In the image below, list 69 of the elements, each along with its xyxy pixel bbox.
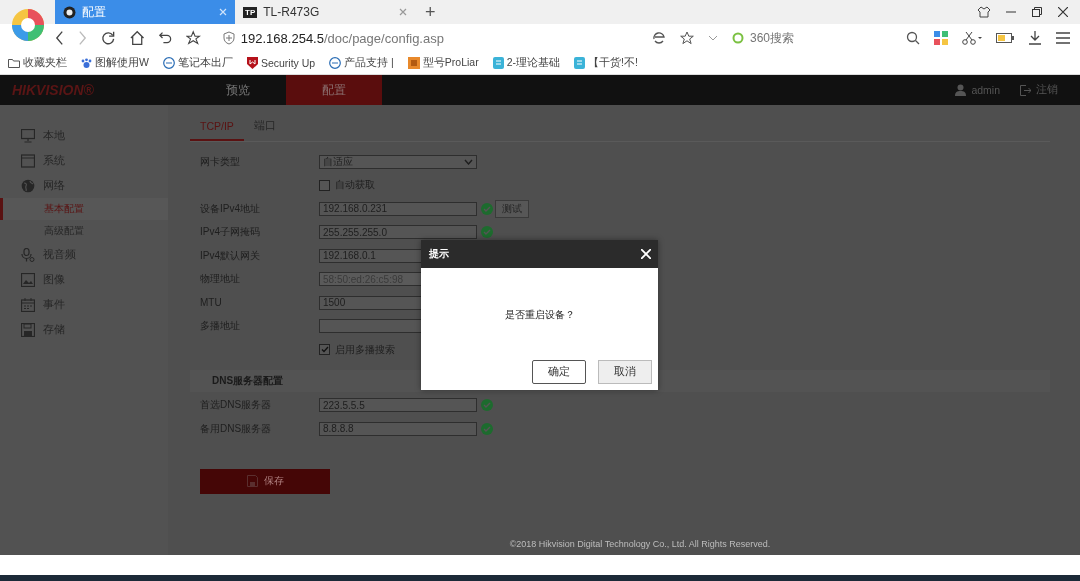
search-engine-logo-icon xyxy=(732,32,744,44)
save-icon xyxy=(246,475,258,487)
restore-icon[interactable] xyxy=(1032,7,1042,17)
bookmark[interactable]: Security Up xyxy=(246,57,316,69)
apps-icon[interactable] xyxy=(934,31,948,45)
scissors-icon[interactable] xyxy=(962,31,982,45)
tab[interactable]: TCP/IP xyxy=(190,117,244,141)
home-icon[interactable] xyxy=(129,30,144,46)
document-icon xyxy=(492,57,504,69)
calendar-icon xyxy=(21,297,35,312)
star-icon[interactable] xyxy=(680,31,694,45)
chevron-down-icon[interactable] xyxy=(708,35,718,41)
bookmark[interactable]: 笔记本出厂 xyxy=(162,56,233,70)
check-circle-icon xyxy=(481,202,493,215)
new-tab-button[interactable]: + xyxy=(415,0,446,24)
shield-icon xyxy=(222,31,235,45)
logout-icon[interactable] xyxy=(1020,84,1031,96)
image-icon xyxy=(21,272,35,287)
close-icon[interactable] xyxy=(1058,7,1068,17)
search-field[interactable]: 360搜索 xyxy=(748,30,848,46)
camera-icon xyxy=(63,5,76,19)
checkbox[interactable] xyxy=(319,344,330,356)
nav-tab[interactable]: 配置 xyxy=(286,75,382,105)
shield-icon xyxy=(246,57,258,69)
check-circle-icon xyxy=(481,226,493,239)
brand-logo: HIKVISION® xyxy=(11,81,95,100)
bookmark[interactable]: 图解使用W xyxy=(81,56,149,70)
paw-icon xyxy=(81,57,92,69)
box-icon xyxy=(407,57,420,69)
shirt-icon[interactable] xyxy=(978,6,990,18)
checkmark-icon xyxy=(320,346,329,354)
check-circle-icon xyxy=(481,422,493,435)
document-icon xyxy=(574,57,586,69)
bookmark[interactable]: 型号ProLiar xyxy=(407,56,479,70)
back-icon[interactable] xyxy=(55,30,65,46)
dialog-title: 提示 xyxy=(429,247,449,261)
monitor-icon xyxy=(21,128,35,143)
site-icon: TP xyxy=(243,6,258,18)
checkbox[interactable] xyxy=(319,179,330,191)
dialog-button[interactable]: 取消 xyxy=(598,360,652,384)
nav-tab[interactable]: 预览 xyxy=(190,75,286,105)
download-icon[interactable] xyxy=(1028,31,1042,45)
copyright-text: ©2018 Hikvision Digital Technology Co., Ltd. All Rights Reserved. xyxy=(508,539,772,549)
bookmark[interactable]: 2-理论基础 xyxy=(492,56,561,70)
dialog-message: 是否重启设备？ xyxy=(503,308,576,322)
microphone-icon xyxy=(21,247,35,262)
check-circle-icon xyxy=(481,399,493,412)
globe-icon xyxy=(21,178,35,193)
battery-icon[interactable] xyxy=(996,33,1014,43)
browser-tab[interactable]: 配置 xyxy=(55,0,235,24)
menu-icon[interactable] xyxy=(1056,32,1070,44)
star-icon[interactable] xyxy=(186,30,201,46)
logout-link[interactable]: 注销 xyxy=(1036,83,1058,97)
circle-logo-icon xyxy=(329,57,342,69)
dialog-button[interactable]: 确定 xyxy=(532,360,586,384)
search-icon[interactable] xyxy=(906,31,920,45)
save-button[interactable]: 保存 xyxy=(200,468,330,494)
circle-logo-icon xyxy=(162,57,175,69)
window-icon xyxy=(21,153,35,168)
chevron-down-icon xyxy=(464,158,473,165)
reload-icon[interactable] xyxy=(101,30,116,46)
username: admin xyxy=(971,84,1000,96)
bookmark[interactable]: 【干货!不! xyxy=(574,56,638,70)
folder-icon xyxy=(8,58,20,68)
address-field[interactable]: 192.168.254.5/doc/page/config.asp xyxy=(240,30,444,46)
bookmark[interactable]: 收藏夹栏 xyxy=(8,56,67,70)
undo-icon[interactable] xyxy=(157,30,173,46)
user-icon xyxy=(955,84,967,96)
bookmark[interactable]: 产品支持 | xyxy=(329,56,394,70)
